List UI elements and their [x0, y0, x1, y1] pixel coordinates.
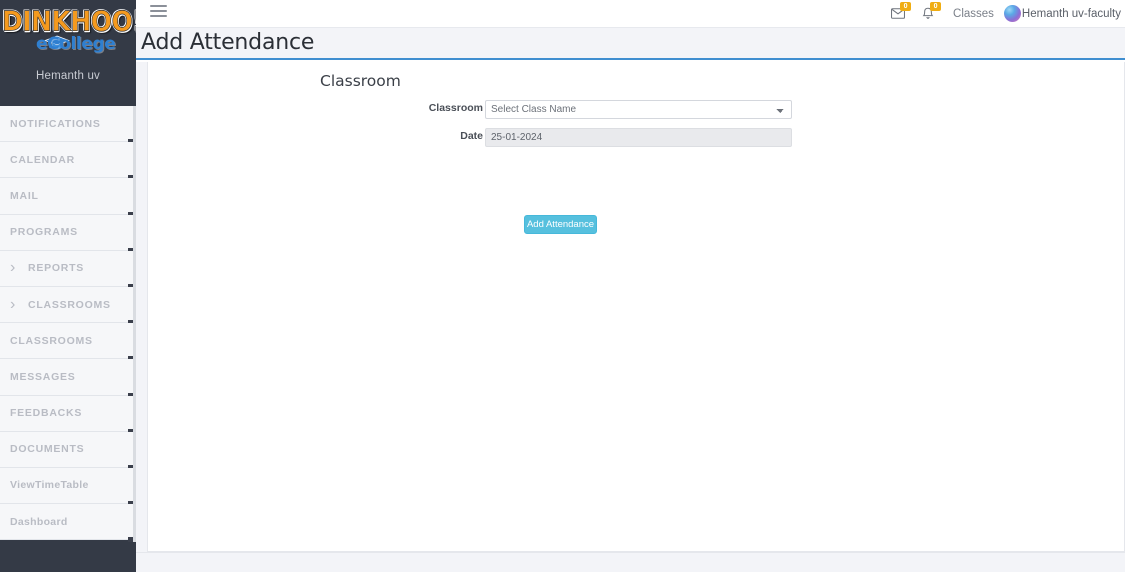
footer-strip: [136, 552, 1125, 572]
sidebar-item-label: CALENDAR: [10, 153, 75, 166]
sidebar-item-reports[interactable]: › REPORTS: [0, 250, 136, 289]
sidebar-item-label: DOCUMENTS: [10, 443, 85, 456]
sidebar-item-calendar[interactable]: CALENDAR: [0, 142, 136, 181]
sidebar-item-notifications[interactable]: NOTIFICATIONS: [0, 106, 136, 145]
notifications-button[interactable]: 0: [913, 0, 943, 27]
sidebar-item-label: MESSAGES: [10, 370, 76, 383]
notifications-badge: 0: [930, 2, 942, 11]
sidebar-item-classrooms[interactable]: CLASSROOMS: [0, 323, 136, 362]
sidebar-item-mail[interactable]: MAIL: [0, 178, 136, 217]
sidebar-scrollbar[interactable]: [133, 106, 136, 542]
sidebar-item-feedbacks[interactable]: FEEDBACKS: [0, 395, 136, 434]
sidebar-item-label: CLASSROOMS: [28, 298, 111, 311]
page-title: Add Attendance: [141, 30, 315, 55]
date-label: Date: [460, 130, 483, 142]
sidebar-menu: NOTIFICATIONS CALENDAR MAIL PROGRAMS › REPORT…: [0, 106, 136, 543]
sidebar-item-programs[interactable]: PROGRAMS: [0, 214, 136, 253]
content-panel: Classroom Classroom Select Class Name Da…: [147, 62, 1125, 552]
page-header: Add Attendance: [136, 27, 1125, 60]
sidebar-item-documents[interactable]: DOCUMENTS: [0, 431, 136, 470]
classroom-field-wrap: Select Class Name: [485, 99, 792, 119]
hamburger-bar: [150, 15, 167, 17]
avatar: [1003, 5, 1021, 22]
mail-badge: 0: [900, 2, 912, 11]
section-title: Classroom: [320, 72, 401, 90]
sidebar: DINKHOO! eCollege Hemanth uv NOTIFICATIO…: [0, 0, 136, 572]
user-menu-label: Hemanth uv-faculty: [1021, 7, 1121, 20]
mail-button[interactable]: 0: [883, 0, 913, 27]
sidebar-user-name: Hemanth uv: [35, 70, 100, 82]
sidebar-item-label: PROGRAMS: [10, 226, 78, 239]
hamburger-icon[interactable]: [150, 5, 167, 20]
classroom-select[interactable]: Select Class Name: [485, 100, 792, 119]
sidebar-item-label: NOTIFICATIONS: [10, 117, 101, 130]
application-root: DINKHOO! eCollege Hemanth uv NOTIFICATIO…: [0, 0, 1125, 572]
sidebar-item-label: MAIL: [10, 189, 39, 202]
sidebar-item-classrooms[interactable]: › CLASSROOMS: [0, 286, 136, 326]
sidebar-item-label: Dashboard: [10, 515, 68, 528]
page-title-underline: [136, 58, 1125, 60]
logo-text-ecollege: eCollege: [36, 34, 116, 54]
add-attendance-button[interactable]: Add Attendance: [524, 215, 597, 234]
brand-logo[interactable]: DINKHOO! eCollege: [0, 0, 136, 62]
chevron-right-icon: ›: [10, 259, 16, 277]
sidebar-item-viewtimetable[interactable]: ViewTimeTable: [0, 467, 136, 507]
user-menu[interactable]: Hemanth uv-faculty: [1003, 5, 1125, 22]
chevron-right-icon: ›: [10, 295, 16, 313]
sidebar-item-label: CLASSROOMS: [10, 334, 93, 347]
form-row-date: Date: [148, 127, 848, 147]
classroom-label: Classroom: [428, 102, 483, 114]
hamburger-bar: [150, 10, 167, 12]
sidebar-item-label: ViewTimeTable: [10, 479, 89, 492]
hamburger-bar: [150, 5, 167, 7]
top-navigation-bar: 0 0 Classes Hemanth uv-faculty: [136, 0, 1125, 28]
form-row-classroom: Classroom Select Class Name: [148, 99, 848, 119]
sidebar-item-dashboard[interactable]: Dashboard: [0, 504, 136, 543]
date-input[interactable]: [485, 128, 792, 147]
topbar-right-cluster: 0 0 Classes Hemanth uv-faculty: [883, 0, 1125, 27]
sidebar-item-label: FEEDBACKS: [10, 407, 83, 420]
sidebar-item-label: REPORTS: [28, 262, 85, 275]
classes-link[interactable]: Classes: [943, 8, 1004, 20]
sidebar-item-messages[interactable]: MESSAGES: [0, 359, 136, 398]
date-field-wrap: [485, 127, 792, 147]
